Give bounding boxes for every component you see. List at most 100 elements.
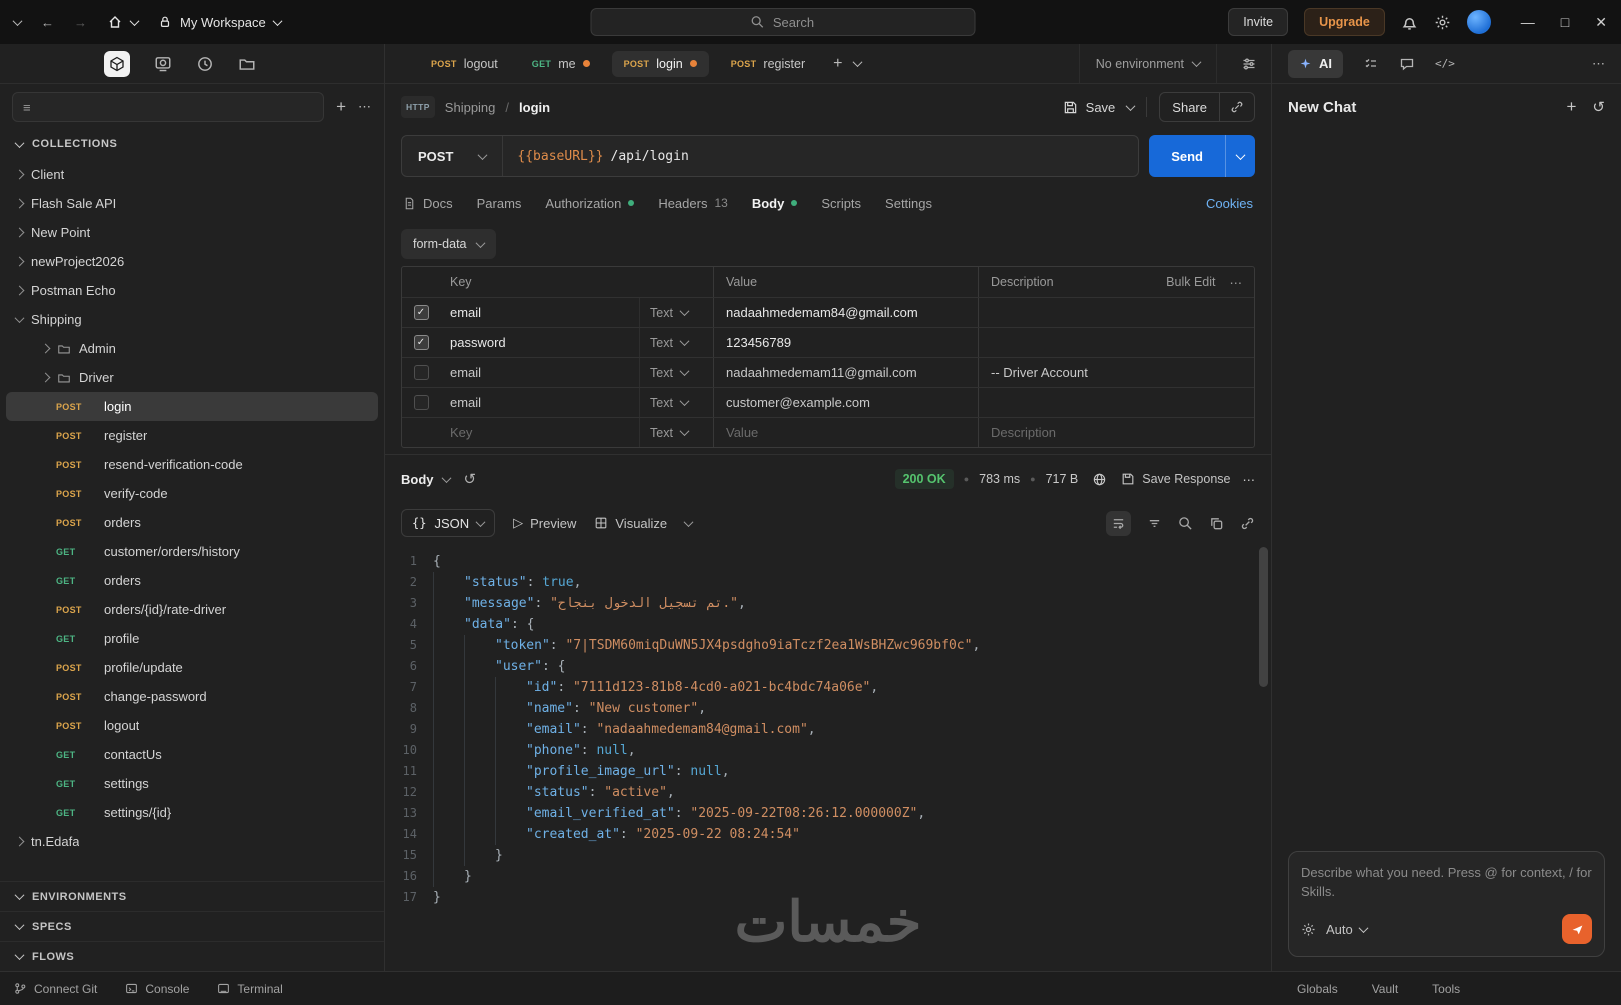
- vault-button[interactable]: Vault: [1372, 982, 1398, 996]
- kv-row[interactable]: Key Text Value Description: [402, 417, 1254, 447]
- format-options-button[interactable]: [683, 516, 694, 527]
- value-cell[interactable]: nadaahmedemam84@gmail.com: [713, 298, 978, 327]
- key-cell[interactable]: email: [440, 305, 639, 320]
- editor-tab[interactable]: POST login: [611, 50, 709, 77]
- copy-link-button[interactable]: [1219, 93, 1254, 121]
- send-button[interactable]: Send: [1149, 135, 1255, 177]
- request-item[interactable]: POST resend-verification-code: [6, 450, 378, 479]
- link-button[interactable]: [1240, 516, 1255, 531]
- key-cell[interactable]: Key: [440, 425, 639, 440]
- description-cell[interactable]: [978, 298, 1254, 327]
- terminal-button[interactable]: Terminal: [217, 982, 283, 996]
- collection-item[interactable]: tn.Edafa: [6, 827, 378, 856]
- scrollbar-thumb[interactable]: [1259, 547, 1268, 687]
- key-cell[interactable]: email: [440, 365, 639, 380]
- request-tab-headers[interactable]: Headers 13: [658, 196, 728, 211]
- ai-button[interactable]: AI: [1288, 49, 1343, 78]
- avatar[interactable]: [1466, 10, 1491, 34]
- sidebar-add-button[interactable]: +: [336, 97, 346, 117]
- description-cell[interactable]: [978, 328, 1254, 357]
- upgrade-button[interactable]: Upgrade: [1304, 8, 1385, 36]
- close-button[interactable]: ✕: [1595, 14, 1607, 31]
- mode-select[interactable]: Auto: [1326, 922, 1369, 937]
- request-item[interactable]: POST profile/update: [6, 653, 378, 682]
- value-cell[interactable]: nadaahmedemam11@gmail.com: [713, 358, 978, 387]
- breadcrumb-collection[interactable]: Shipping: [445, 100, 496, 115]
- collection-item[interactable]: Client: [6, 160, 378, 189]
- collections-section-header[interactable]: COLLECTIONS: [0, 130, 384, 158]
- type-select[interactable]: Text: [639, 358, 713, 387]
- share-button[interactable]: Share: [1159, 92, 1255, 122]
- request-item[interactable]: GET profile: [6, 624, 378, 653]
- sidebar-section-environments[interactable]: ENVIRONMENTS: [0, 881, 384, 911]
- copy-button[interactable]: [1209, 516, 1224, 531]
- request-item[interactable]: GET customer/orders/history: [6, 537, 378, 566]
- comments-button[interactable]: [1399, 56, 1415, 72]
- minimize-button[interactable]: —: [1521, 14, 1535, 30]
- sidebar-filter-input[interactable]: ≡: [12, 92, 325, 122]
- save-options-button[interactable]: [1125, 100, 1136, 111]
- url-input[interactable]: {{baseURL}} /api/login: [503, 149, 702, 164]
- table-more-button[interactable]: ⋯: [1230, 275, 1243, 290]
- key-cell[interactable]: email: [440, 395, 639, 410]
- panel-more-button[interactable]: ⋯: [1592, 56, 1605, 72]
- body-type-select[interactable]: form-data: [401, 229, 496, 259]
- chat-history-button[interactable]: ↺: [1592, 98, 1605, 116]
- collection-item[interactable]: newProject2026: [6, 247, 378, 276]
- request-item[interactable]: GET settings: [6, 769, 378, 798]
- chat-input[interactable]: Describe what you need. Press @ for cont…: [1301, 864, 1592, 902]
- maximize-button[interactable]: □: [1561, 14, 1569, 30]
- request-item[interactable]: GET settings/{id}: [6, 798, 378, 827]
- history-button[interactable]: [196, 55, 214, 73]
- visualize-button[interactable]: Visualize: [594, 516, 667, 531]
- chevron-down-icon[interactable]: [12, 15, 23, 26]
- capture-button[interactable]: [154, 55, 172, 73]
- request-item[interactable]: POST login: [6, 392, 378, 421]
- request-item[interactable]: GET contactUs: [6, 740, 378, 769]
- code-button[interactable]: </>: [1435, 57, 1455, 70]
- folder-item[interactable]: Admin: [6, 334, 378, 363]
- save-button[interactable]: Save: [1063, 100, 1115, 115]
- type-select[interactable]: Text: [639, 328, 713, 357]
- environment-quick-look-button[interactable]: [1227, 56, 1271, 72]
- collection-item[interactable]: Postman Echo: [6, 276, 378, 305]
- cookies-link[interactable]: Cookies: [1206, 196, 1253, 211]
- response-size[interactable]: 717 B: [1046, 472, 1079, 486]
- filter-button[interactable]: [1147, 516, 1162, 531]
- editor-tab[interactable]: GET me: [520, 51, 602, 77]
- request-tab-scripts[interactable]: Scripts: [821, 196, 861, 211]
- collection-item[interactable]: Flash Sale API: [6, 189, 378, 218]
- environment-selector[interactable]: No environment: [1078, 44, 1217, 83]
- kv-row[interactable]: ✓ password Text 123456789: [402, 327, 1254, 357]
- request-item[interactable]: POST change-password: [6, 682, 378, 711]
- request-item[interactable]: POST orders: [6, 508, 378, 537]
- forward-button[interactable]: →: [74, 15, 87, 30]
- collection-item[interactable]: Shipping: [6, 305, 378, 334]
- sidebar-more-button[interactable]: ⋯: [358, 99, 372, 115]
- response-history-button[interactable]: ↺: [464, 470, 477, 488]
- row-checkbox[interactable]: [413, 395, 429, 410]
- kv-row[interactable]: ✓ email Text nadaahmedemam84@gmail.com: [402, 297, 1254, 327]
- key-cell[interactable]: password: [440, 335, 639, 350]
- wrap-text-button[interactable]: [1106, 510, 1131, 536]
- chat-settings-button[interactable]: [1301, 922, 1316, 937]
- collections-view-button[interactable]: [104, 50, 130, 77]
- preview-button[interactable]: ▷ Preview: [513, 515, 576, 531]
- save-response-button[interactable]: Save Response: [1121, 472, 1231, 486]
- response-more-button[interactable]: ⋯: [1243, 472, 1256, 487]
- value-cell[interactable]: customer@example.com: [713, 388, 978, 417]
- response-time[interactable]: 783 ms: [979, 472, 1020, 486]
- method-select[interactable]: POST: [402, 136, 504, 176]
- kv-row[interactable]: email Text nadaahmedemam11@gmail.com -- …: [402, 357, 1254, 387]
- chat-send-button[interactable]: [1562, 914, 1592, 944]
- request-tab-docs[interactable]: Docs: [403, 196, 453, 211]
- description-cell[interactable]: [978, 388, 1254, 417]
- kv-row[interactable]: email Text customer@example.com: [402, 387, 1254, 417]
- invite-button[interactable]: Invite: [1228, 8, 1289, 36]
- settings-button[interactable]: [1434, 14, 1451, 31]
- request-item[interactable]: POST logout: [6, 711, 378, 740]
- response-body-select[interactable]: Body: [401, 472, 451, 487]
- sidebar-section-specs[interactable]: SPECS: [0, 911, 384, 941]
- description-cell[interactable]: Description: [978, 418, 1254, 447]
- collection-item[interactable]: New Point: [6, 218, 378, 247]
